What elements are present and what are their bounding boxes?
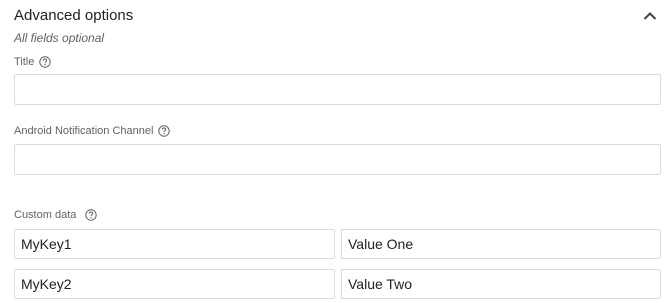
help-circle-icon[interactable] xyxy=(85,209,98,221)
channel-field-label: Android Notification Channel xyxy=(14,125,154,137)
title-input[interactable] xyxy=(14,74,661,105)
custom-data-label-row: Custom data xyxy=(14,208,98,222)
custom-data-value-input[interactable] xyxy=(341,269,661,299)
custom-data-value-input[interactable] xyxy=(341,229,661,259)
custom-data-label: Custom data xyxy=(14,209,77,221)
channel-field-label-row: Android Notification Channel xyxy=(14,124,171,138)
help-circle-icon[interactable] xyxy=(158,125,171,137)
help-circle-icon[interactable] xyxy=(39,56,52,68)
android-notification-channel-input[interactable] xyxy=(14,144,661,175)
advanced-options-subtitle: All fields optional xyxy=(14,31,105,45)
custom-data-key-input[interactable] xyxy=(14,269,335,299)
custom-data-key-input[interactable] xyxy=(14,229,335,259)
collapse-button[interactable] xyxy=(640,6,660,26)
title-field-label: Title xyxy=(14,56,35,68)
chevron-up-icon xyxy=(643,12,657,20)
title-field-label-row: Title xyxy=(14,55,52,69)
advanced-options-title: Advanced options xyxy=(14,7,134,24)
